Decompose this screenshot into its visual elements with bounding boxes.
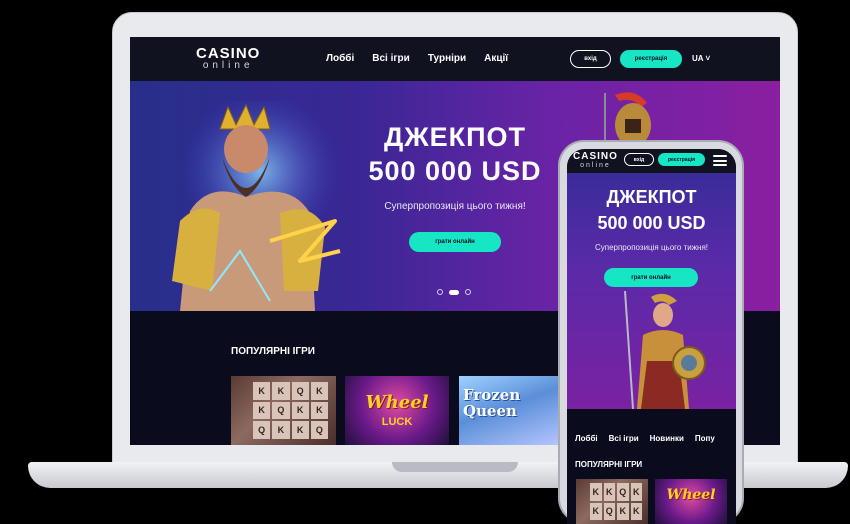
mobile-slot-reels: K K Q K K Q K K [590,483,642,520]
slot-symbol: K [272,421,290,439]
mobile-logo-online-text: online [580,162,611,169]
slot-symbol: K [630,483,642,501]
carousel-dot-1[interactable] [437,289,443,295]
site-logo[interactable]: CASINO online [196,46,260,71]
slot-symbol: K [291,421,309,439]
slot-symbol: Q [310,421,328,439]
logo-online-text: online [202,60,254,71]
slot-symbol: Q [617,483,629,501]
mobile-logo-casino-text: CASINO [573,151,618,162]
slot-symbol: K [253,401,271,420]
mobile-category-nav: Лоббі Всі ігри Новинки Попу [575,434,715,443]
slot-symbol: K [310,382,328,400]
nav-item-all-games[interactable]: Всі ігри [372,53,410,64]
mobile-play-online-button[interactable]: грати онлайн [604,268,698,287]
mobile-screen: CASINO online вхід реєстрація ДЖЕКПОТ 50… [567,149,736,524]
register-button[interactable]: реєстрація [620,50,682,68]
mockup-stage: CASINO online Лоббі Всі ігри Турніри Акц… [0,0,850,524]
mobile-header: CASINO online вхід реєстрація [567,149,736,173]
popular-games-title: ПОПУЛЯРНІ ІГРИ [231,346,315,357]
carousel-dots [437,289,471,295]
hero-subtitle: Суперпропозиція цього тижня! [384,201,526,212]
mobile-site-logo[interactable]: CASINO online [573,151,618,170]
desktop-header: CASINO online Лоббі Всі ігри Турніри Акц… [130,37,780,81]
mobile-nav-item-new[interactable]: Новинки [650,434,684,443]
slot-symbol: K [603,483,615,501]
slot-symbol: K [617,502,629,520]
game-tile-wheel-luck[interactable]: Wheel LUCK [345,376,449,445]
login-button[interactable]: вхід [570,50,611,68]
laptop-notch [392,462,518,472]
mobile-hero-banner: ДЖЕКПОТ 500 000 USD Суперпропозиція цьог… [567,173,736,409]
slot-symbol: Q [272,401,290,420]
mobile-game-tile-slots[interactable]: K K Q K K Q K K [576,479,648,524]
slot-symbol: K [630,502,642,520]
mobile-popular-games-title: ПОПУЛЯРНІ ІГРИ [575,460,643,469]
mobile-game-wheel-title: Wheel [666,487,716,503]
slot-symbol: K [291,401,309,420]
mobile-hero-title-amount: 500 000 USD [597,213,706,233]
mobile-register-button[interactable]: реєстрація [658,153,705,166]
mobile-nav-item-all-games[interactable]: Всі ігри [609,434,639,443]
hamburger-menu-icon[interactable] [713,155,727,166]
slot-symbol: K [590,502,602,520]
game-tile-frozen-queen[interactable]: Frozen Queen [459,376,563,445]
hero-title-jackpot: ДЖЕКПОТ [383,122,527,152]
slot-symbol: K [590,483,602,501]
language-selector[interactable]: UA ˅ [692,54,710,63]
slot-symbol: Q [291,382,309,400]
game-frozen-title: Frozen Queen [463,387,559,420]
slot-symbol: K [272,382,290,400]
play-online-button[interactable]: грати онлайн [409,232,501,252]
game-wheel-subtitle: LUCK [381,416,413,428]
carousel-dot-3[interactable] [465,289,471,295]
slot-symbol: Q [603,502,615,520]
mobile-game-tile-wheel[interactable]: Wheel [655,479,727,524]
nav-item-tournaments[interactable]: Турніри [428,53,466,64]
game-wheel-title: Wheel [365,392,429,413]
mobile-nav-item-lobby[interactable]: Лоббі [575,434,598,443]
mobile-nav-item-popular[interactable]: Попу [695,434,715,443]
slot-reels: K K Q K K Q K K Q K K Q [253,382,328,439]
game-frozen-title-line2: Queen [463,401,517,420]
carousel-dot-2[interactable] [449,289,459,295]
mobile-login-button[interactable]: вхід [624,153,654,166]
game-tile-slots[interactable]: K K Q K K Q K K Q K K Q [231,376,336,445]
mobile-hero-subtitle: Суперпропозиція цього тижня! [594,243,709,252]
desktop-main-nav: Лоббі Всі ігри Турніри Акції [326,53,508,64]
nav-item-lobby[interactable]: Лоббі [326,53,354,64]
slot-symbol: Q [253,421,271,439]
zeus-character-illustration [172,101,341,311]
nav-item-promotions[interactable]: Акції [484,53,508,64]
athena-character-illustration [624,291,706,409]
mobile-hero-title-jackpot: ДЖЕКПОТ [606,187,697,207]
hero-title-amount: 500 000 USD [368,156,542,186]
logo-casino-text: CASINO [196,45,261,62]
slot-symbol: K [310,401,328,420]
slot-symbol: K [253,382,271,400]
